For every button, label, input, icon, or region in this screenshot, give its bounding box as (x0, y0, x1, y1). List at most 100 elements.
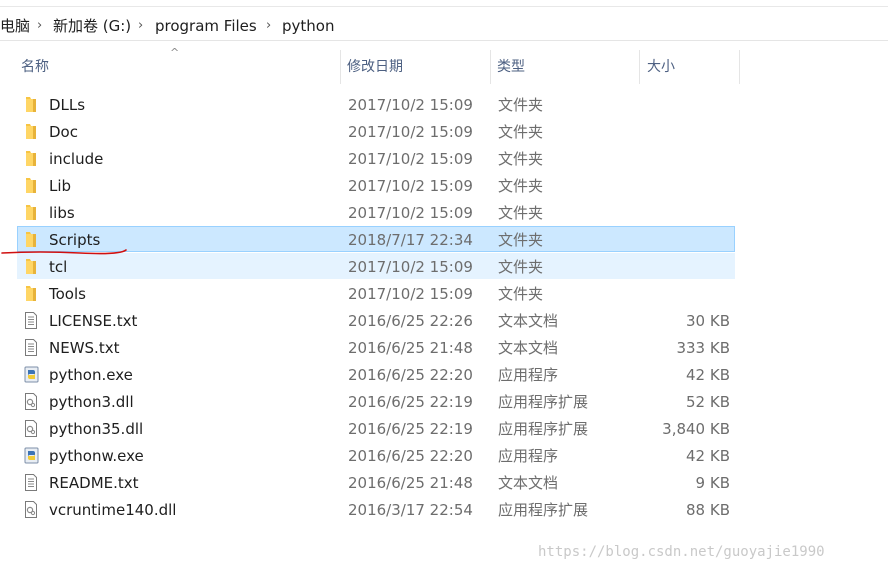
file-date: 2016/3/17 22:54 (348, 501, 473, 519)
sort-ascending-icon: ^ (170, 46, 180, 59)
column-header-name[interactable]: 名称 (21, 58, 49, 76)
file-row[interactable]: python3.dll 2016/6/25 22:19 应用程序扩展 52 KB (17, 388, 735, 414)
breadcrumb-separator-icon[interactable]: › (138, 16, 143, 36)
file-date: 2017/10/2 15:09 (348, 285, 473, 303)
folder-icon (24, 177, 38, 194)
file-type: 文件夹 (498, 258, 544, 276)
file-name: NEWS.txt (49, 339, 120, 357)
file-size: 88 KB (686, 501, 730, 519)
file-type: 应用程序扩展 (498, 393, 589, 411)
file-row[interactable]: python35.dll 2016/6/25 22:19 应用程序扩展 3,840 K… (17, 415, 735, 441)
file-name: vcruntime140.dll (49, 501, 177, 519)
breadcrumb-program-files[interactable]: program Files (155, 16, 257, 36)
file-size: 3,840 KB (662, 420, 730, 438)
file-name: python.exe (49, 366, 133, 384)
file-type: 文件夹 (498, 123, 544, 141)
watermark: https://blog.csdn.net/guoyajie1990 (538, 544, 825, 560)
file-name: Lib (49, 177, 72, 195)
file-row[interactable]: include 2017/10/2 15:09 文件夹 (17, 145, 735, 171)
file-name: python3.dll (49, 393, 134, 411)
file-row[interactable]: DLLs 2017/10/2 15:09 文件夹 (17, 91, 735, 117)
file-name: Tools (49, 285, 86, 303)
file-row[interactable]: python.exe 2016/6/25 22:20 应用程序 42 KB (17, 361, 735, 387)
python-exe-icon (24, 366, 39, 383)
folder-icon (24, 258, 38, 275)
address-bar[interactable]: 电脑 › 新加卷 (G:) › program Files › python (0, 6, 888, 41)
text-file-icon (24, 339, 38, 356)
file-name: DLLs (49, 96, 86, 114)
file-type: 应用程序扩展 (498, 501, 589, 519)
file-date: 2017/10/2 15:09 (348, 204, 473, 222)
column-header-type[interactable]: 类型 (497, 58, 525, 76)
file-date: 2016/6/25 21:48 (348, 339, 473, 357)
file-size: 333 KB (676, 339, 730, 357)
folder-icon (24, 285, 38, 302)
file-type: 文件夹 (498, 177, 544, 195)
file-row[interactable]: LICENSE.txt 2016/6/25 22:26 文本文档 30 KB (17, 307, 735, 333)
folder-icon (24, 123, 38, 140)
python-exe-icon (24, 447, 39, 464)
folder-icon (24, 150, 38, 167)
file-date: 2016/6/25 22:20 (348, 447, 473, 465)
dll-file-icon (24, 393, 38, 410)
file-date: 2018/7/17 22:34 (348, 231, 473, 249)
file-size: 30 KB (686, 312, 730, 330)
breadcrumb-separator-icon[interactable]: › (266, 16, 271, 36)
column-resize-handle[interactable] (639, 50, 640, 84)
text-file-icon (24, 474, 38, 491)
file-name: README.txt (49, 474, 139, 492)
file-row[interactable]: NEWS.txt 2016/6/25 21:48 文本文档 333 KB (17, 334, 735, 360)
file-size: 42 KB (686, 447, 730, 465)
file-type: 应用程序 (498, 366, 559, 384)
file-type: 文本文档 (498, 312, 559, 330)
file-type: 文件夹 (498, 231, 544, 249)
file-row[interactable]: Lib 2017/10/2 15:09 文件夹 (17, 172, 735, 198)
file-type: 文本文档 (498, 339, 559, 357)
file-type: 文件夹 (498, 150, 544, 168)
column-resize-handle[interactable] (490, 50, 491, 84)
file-type: 文件夹 (498, 285, 544, 303)
text-file-icon (24, 312, 38, 329)
file-row[interactable]: README.txt 2016/6/25 21:48 文本文档 9 KB (17, 469, 735, 495)
file-name: python35.dll (49, 420, 144, 438)
file-date: 2016/6/25 22:26 (348, 312, 473, 330)
red-underline-annotation (1, 249, 127, 255)
file-name: tcl (49, 258, 68, 276)
file-type: 应用程序 (498, 447, 559, 465)
breadcrumb-separator-icon[interactable]: › (37, 16, 42, 36)
file-size: 9 KB (695, 474, 730, 492)
file-type: 应用程序扩展 (498, 420, 589, 438)
file-size: 52 KB (686, 393, 730, 411)
file-row[interactable]: Doc 2017/10/2 15:09 文件夹 (17, 118, 735, 144)
file-name: include (49, 150, 104, 168)
file-date: 2017/10/2 15:09 (348, 177, 473, 195)
file-type: 文件夹 (498, 96, 544, 114)
file-date: 2017/10/2 15:09 (348, 150, 473, 168)
dll-file-icon (24, 501, 38, 518)
column-resize-handle[interactable] (739, 50, 740, 84)
file-date: 2016/6/25 22:19 (348, 393, 473, 411)
file-row[interactable]: pythonw.exe 2016/6/25 22:20 应用程序 42 KB (17, 442, 735, 468)
breadcrumb-drive[interactable]: 新加卷 (G:) (53, 16, 131, 36)
file-date: 2016/6/25 21:48 (348, 474, 473, 492)
file-name: libs (49, 204, 75, 222)
file-type: 文本文档 (498, 474, 559, 492)
file-date: 2016/6/25 22:20 (348, 366, 473, 384)
file-type: 文件夹 (498, 204, 544, 222)
breadcrumb-computer[interactable]: 电脑 (0, 16, 30, 36)
file-name: Doc (49, 123, 78, 141)
file-size: 42 KB (686, 366, 730, 384)
column-header-row: ^ 名称 修改日期 类型 大小 (0, 46, 888, 84)
file-row[interactable]: libs 2017/10/2 15:09 文件夹 (17, 199, 735, 225)
column-header-size[interactable]: 大小 (647, 58, 675, 76)
column-resize-handle[interactable] (340, 50, 341, 84)
file-date: 2017/10/2 15:09 (348, 96, 473, 114)
file-row[interactable]: Tools 2017/10/2 15:09 文件夹 (17, 280, 735, 306)
dll-file-icon (24, 420, 38, 437)
file-date: 2017/10/2 15:09 (348, 258, 473, 276)
file-date: 2017/10/2 15:09 (348, 123, 473, 141)
breadcrumb-python[interactable]: python (282, 16, 334, 36)
folder-icon (24, 96, 38, 113)
column-header-date[interactable]: 修改日期 (347, 58, 403, 76)
file-row[interactable]: vcruntime140.dll 2016/3/17 22:54 应用程序扩展 88 … (17, 496, 735, 522)
